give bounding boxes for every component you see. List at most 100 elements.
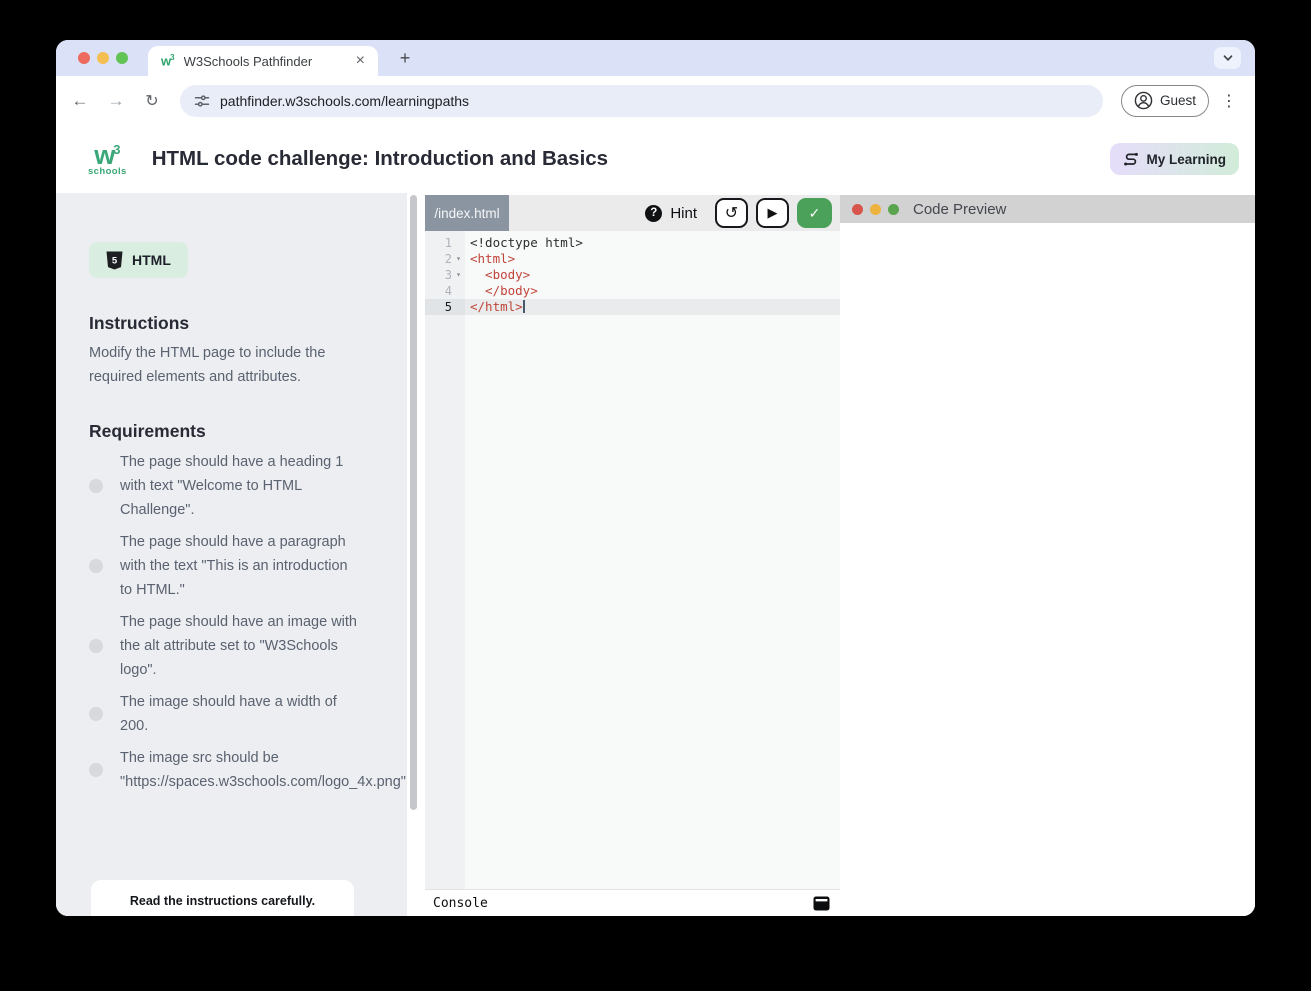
page-title: HTML code challenge: Introduction and Ba… [152,147,608,171]
requirement-item: The image src should be "https://spaces.… [89,746,359,794]
forward-button[interactable]: → [104,91,128,111]
fold-arrow-icon[interactable]: ▾ [452,267,465,283]
requirement-text: The image should have a width of 200. [120,690,359,738]
language-badge-label: HTML [132,252,171,268]
tip-card-title: Read the instructions carefully. [105,894,340,908]
preview-red-dot-icon [852,204,863,215]
line-gutter: 5▾ [425,299,465,315]
file-tab-index-html[interactable]: /index.html [425,195,509,231]
browser-tab-strip: w3 W3Schools Pathfinder × + [56,40,1255,76]
code-text[interactable]: <body> [465,267,530,283]
w3schools-logo[interactable]: w3 schools [88,142,127,177]
preview-yellow-dot-icon [870,204,881,215]
requirement-item: The page should have a paragraph with th… [89,530,359,602]
learning-path-icon [1123,151,1139,167]
preview-header: Code Preview [840,195,1255,223]
line-number: 4 [445,283,452,299]
maximize-window-icon[interactable] [116,52,128,64]
checkmark-icon: ✓ [809,205,821,222]
line-gutter: 3▾ [425,267,465,283]
site-settings-icon[interactable] [194,93,210,109]
tip-card-body: Each challenge will provide specific [105,915,340,916]
requirement-text: The page should have a paragraph with th… [120,530,359,602]
browser-menu-button[interactable]: ⋮ [1221,91,1237,111]
requirement-status-icon [89,559,103,573]
hint-button[interactable]: ? Hint [645,205,697,222]
guest-profile-button[interactable]: Guest [1121,85,1209,117]
reset-icon: ↺ [725,203,738,223]
requirement-text: The image src should be "https://spaces.… [120,746,406,794]
line-number: 1 [445,235,452,251]
code-text[interactable]: <html> [465,251,515,267]
code-preview-panel: Code Preview [840,193,1255,916]
hint-label: Hint [670,205,697,222]
line-number: 2 [445,251,452,267]
toggle-console-icon[interactable] [813,896,830,911]
requirement-text: The page should have a heading 1 with te… [120,450,359,522]
reset-code-button[interactable]: ↺ [715,198,748,228]
code-editor[interactable]: 1▾<!doctype html>2▾<html>3▾ <body>4▾ </b… [425,231,840,889]
code-line[interactable]: 1▾<!doctype html> [425,235,840,251]
fold-arrow-icon[interactable]: ▾ [452,251,465,267]
play-icon: ▶ [768,205,778,221]
line-number: 5 [445,299,452,315]
close-tab-icon[interactable]: × [353,52,368,70]
run-code-button[interactable]: ▶ [756,198,789,228]
guest-label: Guest [1160,93,1196,108]
user-avatar-icon [1134,91,1153,110]
address-bar[interactable]: pathfinder.w3schools.com/learningpaths [180,85,1103,117]
language-badge: 5 HTML [89,242,188,278]
tab-search-chevron-button[interactable] [1214,47,1241,69]
requirement-text: The page should have an image with the a… [120,610,359,682]
my-learning-button[interactable]: My Learning [1110,143,1239,175]
code-editor-panel: /index.html ? Hint ↺ ▶ ✓ 1▾<!doctype htm… [425,193,840,916]
code-text[interactable]: <!doctype html> [465,235,583,251]
browser-toolbar: ← → ↻ pathfinder.w3schools.com/learningp… [56,76,1255,125]
instructions-title: Instructions [89,313,359,334]
requirement-item: The image should have a width of 200. [89,690,359,738]
back-button[interactable]: ← [68,91,92,111]
preview-output [840,223,1255,916]
reload-button[interactable]: ↻ [140,91,164,111]
code-line[interactable]: 5▾</html> [425,299,840,315]
html5-shield-icon: 5 [106,251,123,270]
console-bar[interactable]: Console [425,889,840,916]
url-text: pathfinder.w3schools.com/learningpaths [220,93,469,109]
editor-toolbar: /index.html ? Hint ↺ ▶ ✓ [425,195,840,231]
main-content: 5 HTML Instructions Modify the HTML page… [56,193,1255,916]
tab-title: W3Schools Pathfinder [184,54,353,69]
requirement-status-icon [89,763,103,777]
my-learning-label: My Learning [1146,152,1226,167]
requirement-status-icon [89,707,103,721]
line-number: 3 [445,267,452,283]
chevron-down-icon [1222,52,1234,64]
submit-check-button[interactable]: ✓ [797,198,832,228]
code-line[interactable]: 2▾<html> [425,251,840,267]
text-cursor [523,300,525,313]
requirement-item: The page should have an image with the a… [89,610,359,682]
code-text[interactable]: </body> [465,283,538,299]
minimize-window-icon[interactable] [97,52,109,64]
code-line[interactable]: 3▾ <body> [425,267,840,283]
instructions-body: Modify the HTML page to include the requ… [89,341,359,389]
new-tab-button[interactable]: + [393,46,417,70]
code-line[interactable]: 4▾ </body> [425,283,840,299]
browser-window: w3 W3Schools Pathfinder × + ← → ↻ pathfi… [56,40,1255,916]
sidebar-scrollbar-track[interactable] [407,193,425,916]
instructions-sidebar: 5 HTML Instructions Modify the HTML page… [56,193,407,916]
line-gutter: 2▾ [425,251,465,267]
requirement-status-icon [89,479,103,493]
w3schools-favicon-icon: w3 [161,54,175,67]
requirement-item: The page should have a heading 1 with te… [89,450,359,522]
sidebar-scrollbar-thumb[interactable] [410,195,417,810]
app-header: w3 schools HTML code challenge: Introduc… [56,125,1255,193]
requirement-status-icon [89,639,103,653]
code-text[interactable]: </html> [465,299,525,315]
line-gutter: 4▾ [425,283,465,299]
close-window-icon[interactable] [78,52,90,64]
line-gutter: 1▾ [425,235,465,251]
preview-title: Code Preview [913,201,1006,218]
tip-card: Read the instructions carefully. Each ch… [91,880,354,916]
window-controls [78,52,128,64]
browser-tab[interactable]: w3 W3Schools Pathfinder × [148,46,378,76]
